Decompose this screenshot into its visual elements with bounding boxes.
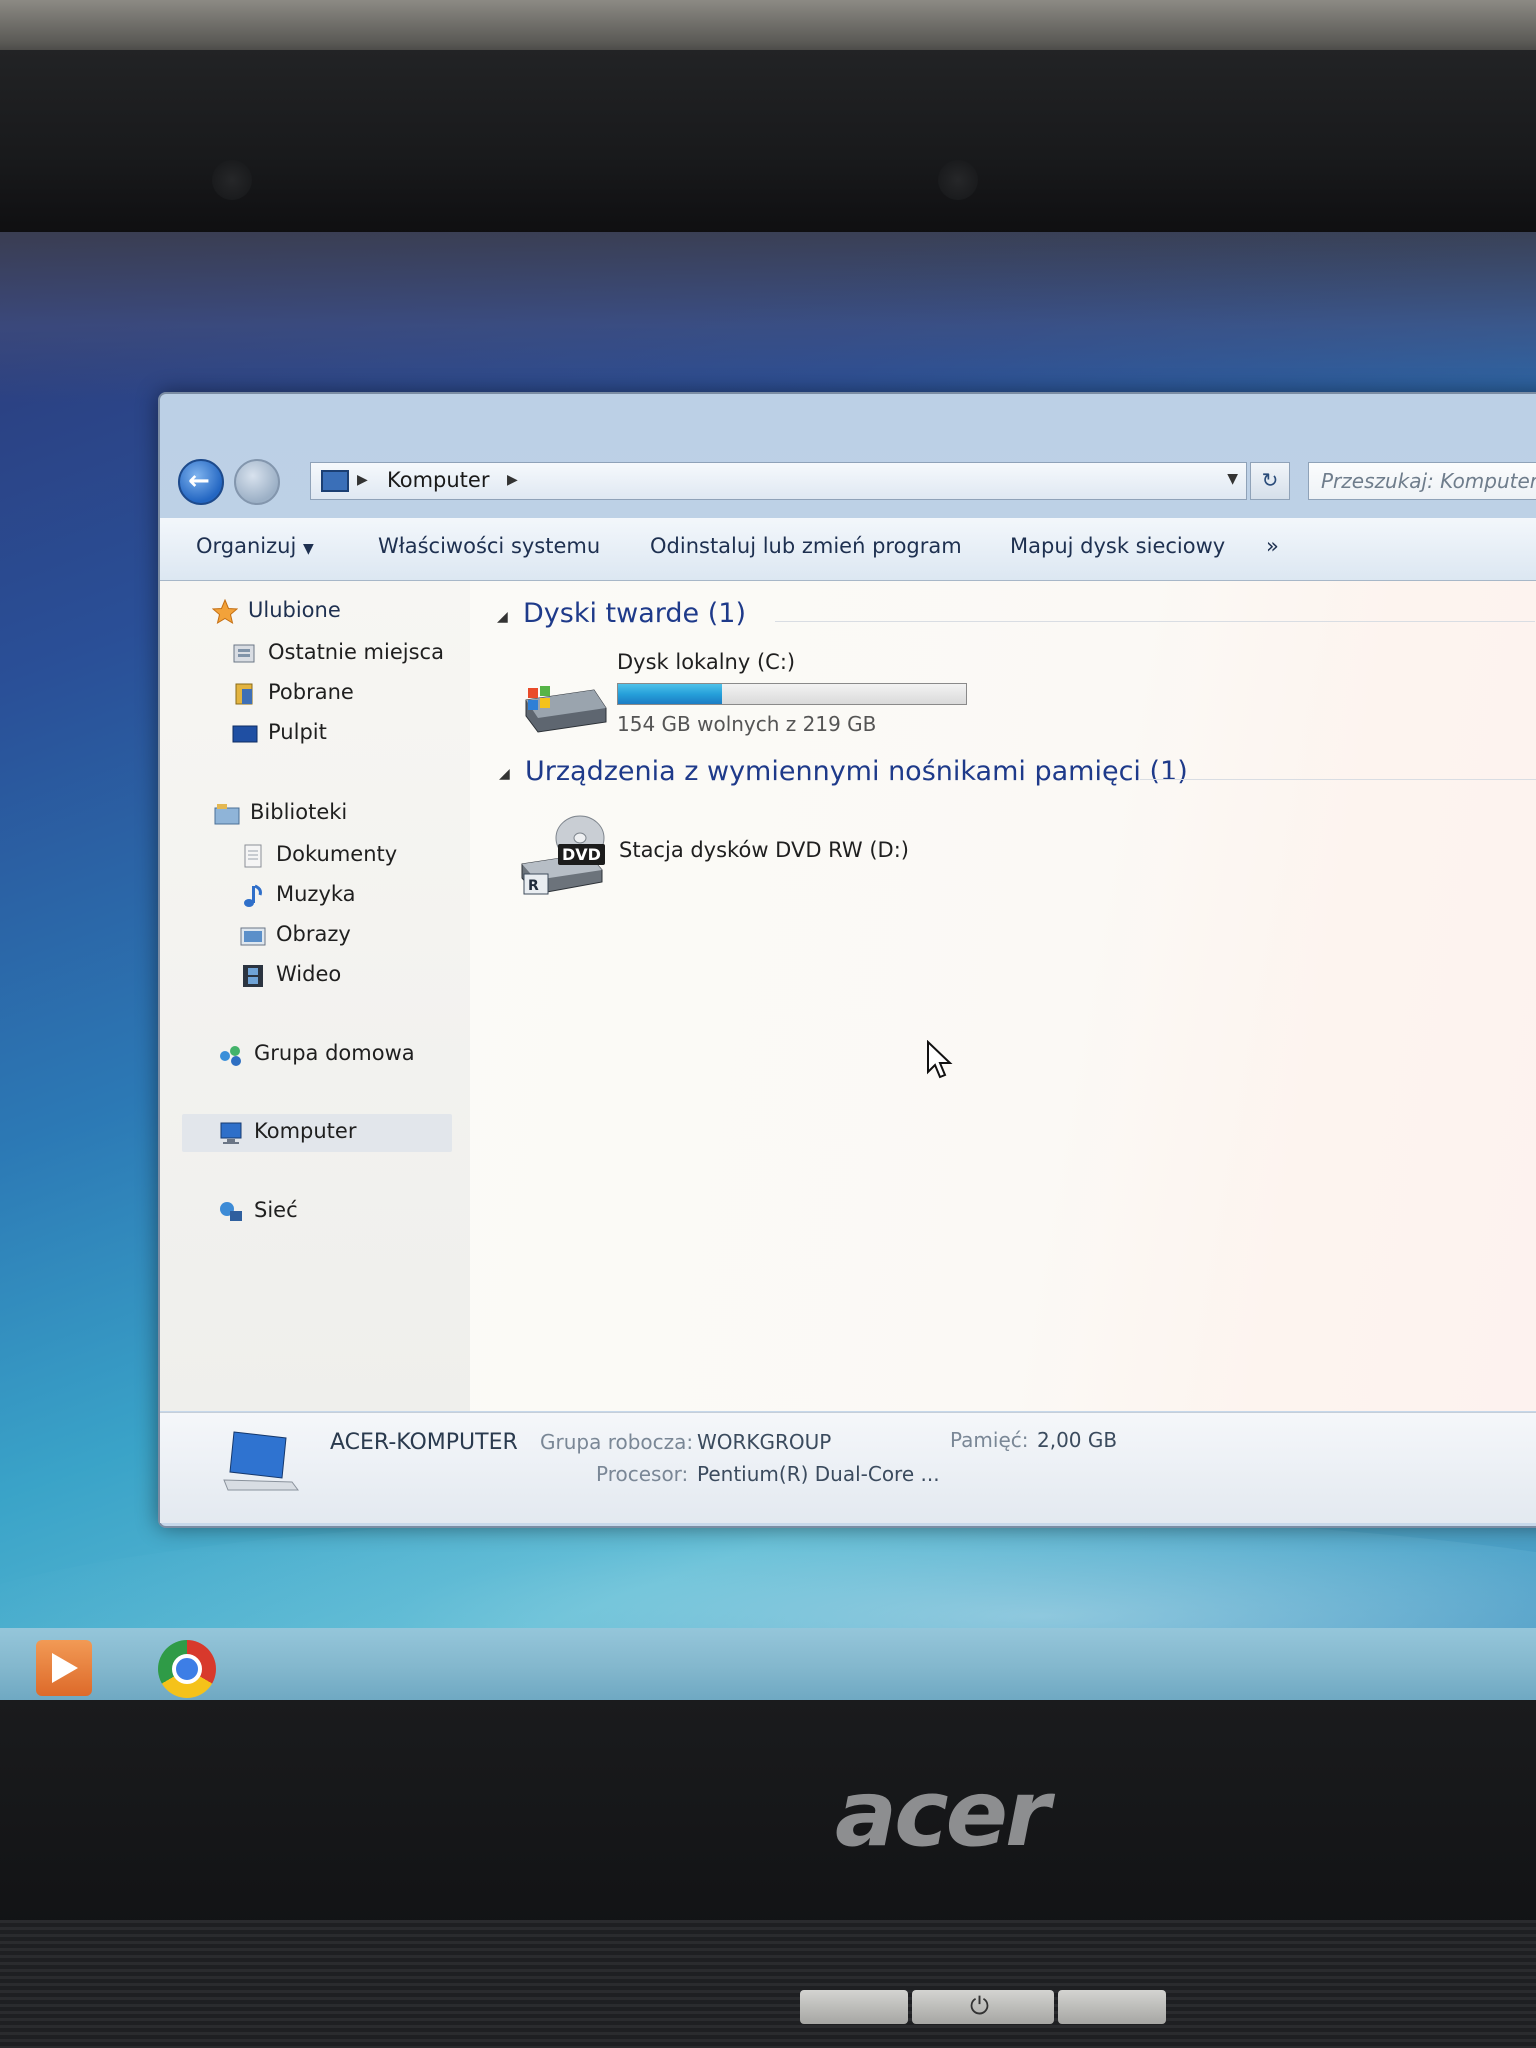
webcam-right	[938, 160, 978, 200]
dvd-badge: DVD	[558, 844, 605, 865]
refresh-icon: ↻	[1261, 468, 1279, 492]
sidebar-item-label: Komputer	[254, 1119, 357, 1143]
address-row: ← ▶ Komputer ▶ ▼ ↻ Przeszukaj: Komputer	[160, 394, 1536, 518]
arrow-left-icon: ←	[188, 466, 210, 496]
chevron-down-icon[interactable]: ▼	[1227, 471, 1238, 487]
hard-drive-icon	[525, 686, 607, 733]
power-icon: ⏻	[970, 1992, 989, 2020]
computer-details-icon	[223, 1431, 299, 1491]
sidebar-item-label: Pulpit	[268, 720, 327, 744]
sidebar-item-label: Ostatnie miejsca	[268, 640, 444, 664]
drive-c-usage-fill	[618, 684, 723, 704]
sidebar-item-label: Dokumenty	[276, 842, 398, 866]
video-film-icon	[243, 965, 263, 987]
document-icon	[244, 844, 262, 868]
organize-label: Organizuj	[196, 534, 297, 558]
group-divider	[775, 621, 1535, 622]
chevron-down-icon: ▼	[303, 541, 314, 557]
uninstall-program-button[interactable]: Odinstaluj lub zmień program	[650, 534, 962, 558]
sidebar-item-label: Pobrane	[268, 680, 354, 704]
chrome-taskbar-button[interactable]	[158, 1640, 216, 1698]
command-bar: Organizuj ▼ Właściwości systemu Odinstal…	[160, 518, 1536, 581]
hardware-buttons: ⏻	[800, 1990, 1166, 2030]
chevron-right-icon[interactable]: ▶	[357, 472, 368, 488]
computer-name: ACER-KOMPUTER	[330, 1430, 518, 1455]
laptop-keyboard-area	[0, 1920, 1536, 2048]
processor-value: Pentium(R) Dual-Core ...	[697, 1462, 940, 1486]
chrome-icon	[172, 1654, 202, 1684]
libraries-icon	[214, 804, 240, 825]
network-icon	[220, 1202, 242, 1221]
play-icon	[52, 1653, 78, 1683]
search-input[interactable]: Przeszukaj: Komputer	[1308, 462, 1536, 500]
breadcrumb-computer[interactable]: Komputer	[387, 468, 489, 492]
power-button[interactable]: ⏻	[912, 1990, 1054, 2024]
more-commands-button[interactable]: »	[1266, 534, 1279, 558]
sidebar-item-label: Obrazy	[276, 922, 351, 946]
svg-text:R: R	[528, 878, 539, 894]
acer-logo: acer	[835, 1760, 1050, 1867]
desktop-icon	[232, 725, 258, 743]
laptop-bezel-bottom	[0, 1700, 1536, 1930]
navigation-pane	[160, 581, 471, 1411]
address-bar[interactable]: ▶ Komputer ▶ ▼	[310, 462, 1247, 500]
explorer-window: ← ▶ Komputer ▶ ▼ ↻ Przeszukaj: Komputer …	[158, 392, 1536, 1528]
memory-label: Pamięć:	[950, 1428, 1029, 1452]
music-note-icon	[244, 884, 262, 907]
search-placeholder: Przeszukaj: Komputer	[1321, 469, 1536, 493]
system-properties-button[interactable]: Właściwości systemu	[378, 534, 600, 558]
mouse-cursor-icon	[927, 1040, 953, 1079]
sidebar-item-label: Ulubione	[248, 598, 341, 622]
computer-icon	[220, 1122, 242, 1144]
webcam-left	[212, 160, 252, 200]
hardware-button-right[interactable]	[1058, 1990, 1166, 2024]
pictures-icon	[240, 927, 266, 946]
forward-button[interactable]	[234, 459, 280, 505]
media-player-taskbar-button[interactable]	[36, 1640, 92, 1696]
drive-c-name[interactable]: Dysk lokalny (C:)	[617, 650, 795, 674]
homegroup-icon	[220, 1046, 241, 1066]
downloads-icon	[235, 683, 253, 705]
sidebar-item-label: Biblioteki	[250, 800, 348, 824]
star-icon	[212, 599, 238, 625]
organize-button[interactable]: Organizuj ▼	[196, 534, 314, 558]
workgroup-label: Grupa robocza:	[540, 1430, 694, 1454]
chevron-right-icon[interactable]: ▶	[507, 472, 518, 488]
hardware-button-left[interactable]	[800, 1990, 908, 2024]
sidebar-item-label: Muzyka	[276, 882, 356, 906]
memory-value: 2,00 GB	[1037, 1428, 1118, 1452]
laptop-bezel-top	[0, 50, 1536, 240]
collapse-triangle-icon[interactable]: ◢	[499, 766, 510, 782]
collapse-triangle-icon[interactable]: ◢	[497, 609, 508, 625]
recent-places-icon	[233, 644, 255, 663]
workgroup-value: WORKGROUP	[697, 1430, 832, 1454]
drive-d-name[interactable]: Stacja dysków DVD RW (D:)	[619, 838, 909, 862]
screen-reflection	[0, 232, 1536, 402]
refresh-button[interactable]: ↻	[1250, 462, 1290, 500]
map-network-drive-button[interactable]: Mapuj dysk sieciowy	[1010, 534, 1225, 558]
drive-c-usage-bar	[617, 683, 967, 705]
drive-c-free-space: 154 GB wolnych z 219 GB	[617, 712, 877, 736]
sidebar-item-label: Grupa domowa	[254, 1041, 415, 1065]
sidebar-item-label: Wideo	[276, 962, 342, 986]
back-button[interactable]: ←	[178, 459, 224, 505]
taskbar	[0, 1628, 1536, 1708]
group-header-hard-drives[interactable]: Dyski twarde (1)	[523, 598, 746, 629]
group-divider	[1140, 779, 1536, 780]
group-header-removable[interactable]: Urządzenia z wymiennymi nośnikami pamięc…	[525, 756, 1188, 787]
sidebar-item-label: Sieć	[254, 1198, 298, 1222]
computer-icon	[321, 470, 349, 492]
processor-label: Procesor:	[596, 1462, 689, 1486]
